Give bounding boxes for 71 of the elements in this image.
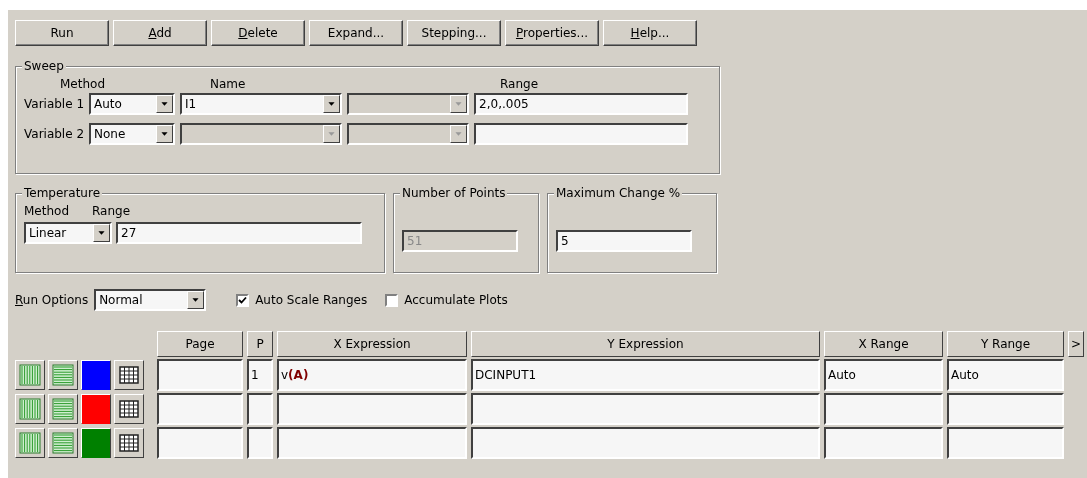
checkbox-label: Auto Scale Ranges: [255, 293, 368, 307]
table-cell[interactable]: DCINPUT1: [471, 359, 820, 391]
range-field[interactable]: 27: [116, 222, 362, 244]
parameter-dropdown[interactable]: [347, 93, 470, 115]
column-header[interactable]: P: [247, 331, 273, 357]
horizontal-grid-icon[interactable]: [48, 394, 78, 424]
table-cell[interactable]: v(A): [277, 359, 467, 391]
vertical-grid-icon[interactable]: [15, 360, 45, 390]
table-cell[interactable]: Auto: [824, 359, 943, 391]
color-swatch[interactable]: [81, 360, 111, 390]
column-label: Range: [92, 204, 131, 218]
table-cell[interactable]: [277, 393, 467, 425]
table-cell[interactable]: [824, 427, 943, 459]
column-header[interactable]: X Expression: [277, 331, 467, 357]
vertical-grid-icon[interactable]: [15, 428, 45, 458]
table-cell[interactable]: [157, 393, 243, 425]
table-icon[interactable]: [114, 428, 144, 458]
checkbox[interactable]: [385, 293, 399, 307]
method-dropdown[interactable]: None: [89, 123, 176, 145]
table-cell[interactable]: [471, 427, 820, 459]
column-header[interactable]: Y Expression: [471, 331, 820, 357]
column-header[interactable]: Y Range: [947, 331, 1064, 357]
horizontal-grid-icon[interactable]: [48, 428, 78, 458]
checkbox-label: Accumulate Plots: [404, 293, 508, 307]
method-dropdown[interactable]: Linear: [24, 222, 112, 244]
max-change-field[interactable]: 5: [556, 230, 692, 252]
color-swatch[interactable]: [81, 428, 111, 458]
table-icon[interactable]: [114, 360, 144, 390]
table-cell[interactable]: Auto: [947, 359, 1064, 391]
toolbar-button[interactable]: Properties...: [505, 20, 599, 46]
parameter-dropdown[interactable]: [347, 123, 470, 145]
table-cell[interactable]: [947, 427, 1064, 459]
range-field[interactable]: 2,0,.005: [474, 93, 689, 115]
variable-label: Variable 2: [24, 127, 85, 141]
horizontal-grid-icon[interactable]: [48, 360, 78, 390]
column-label: Method: [60, 77, 106, 91]
column-header[interactable]: X Range: [824, 331, 943, 357]
checkbox[interactable]: [236, 293, 250, 307]
toolbar-button[interactable]: Add: [113, 20, 207, 46]
range-field[interactable]: [474, 123, 689, 145]
color-swatch[interactable]: [81, 394, 111, 424]
table-cell[interactable]: [277, 427, 467, 459]
run-options-dropdown[interactable]: Normal: [94, 289, 207, 311]
variable-label: Variable 1: [24, 97, 85, 111]
table-cell[interactable]: 1: [247, 359, 273, 391]
toolbar-button[interactable]: Expand...: [309, 20, 403, 46]
table-cell[interactable]: [247, 393, 273, 425]
group-title: Sweep: [22, 59, 66, 73]
table-cell[interactable]: [471, 393, 820, 425]
run-options-label: Run Options: [15, 293, 89, 307]
column-label: Name: [210, 77, 247, 91]
toolbar-button[interactable]: Run: [15, 20, 109, 46]
toolbar-button[interactable]: Stepping...: [407, 20, 501, 46]
table-icon[interactable]: [114, 394, 144, 424]
table-cell[interactable]: [247, 427, 273, 459]
toolbar-button[interactable]: Delete: [211, 20, 305, 46]
table-cell[interactable]: [157, 359, 243, 391]
toolbar-button[interactable]: Help...: [603, 20, 697, 46]
group-title: Maximum Change %: [554, 186, 683, 200]
column-label: Range: [500, 77, 539, 91]
table-cell[interactable]: [824, 393, 943, 425]
group-title: Number of Points: [400, 186, 508, 200]
vertical-grid-icon[interactable]: [15, 394, 45, 424]
group-title: Temperature: [22, 186, 102, 200]
column-header[interactable]: Page: [157, 331, 243, 357]
column-label: Method: [24, 204, 70, 218]
name-dropdown[interactable]: I1: [180, 93, 343, 115]
method-dropdown[interactable]: Auto: [89, 93, 176, 115]
column-header[interactable]: >: [1068, 331, 1084, 357]
table-cell[interactable]: [947, 393, 1064, 425]
table-cell[interactable]: [157, 427, 243, 459]
